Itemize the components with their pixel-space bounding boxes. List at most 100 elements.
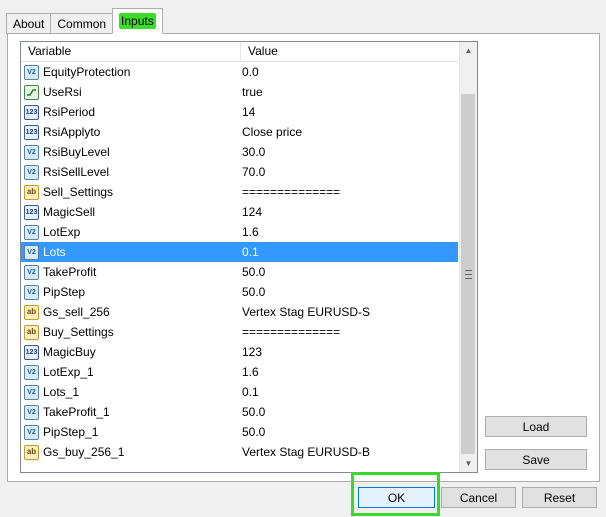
table-row[interactable]: V2 TakeProfit_1 50.0 [21, 402, 458, 422]
variable-name: MagicSell [43, 205, 96, 219]
save-button[interactable]: Save [485, 449, 587, 470]
double-type-icon: V2 [24, 244, 39, 260]
double-type-icon: V2 [24, 364, 39, 380]
value-cell[interactable]: 124 [241, 205, 458, 219]
variable-cell: ab Gs_sell_256 [21, 304, 241, 320]
value-cell[interactable]: 50.0 [241, 405, 458, 419]
variable-name: Buy_Settings [43, 325, 114, 339]
table-row[interactable]: 123 RsiPeriod 14 [21, 102, 458, 122]
variable-cell: UseRsi [21, 84, 241, 100]
variable-name: TakeProfit [43, 265, 97, 279]
double-type-icon: V2 [24, 384, 39, 400]
column-header-variable[interactable]: Variable [21, 42, 241, 61]
value-cell[interactable]: Vertex Stag EURUSD-S [241, 305, 458, 319]
variable-name: RsiApplyto [43, 125, 101, 139]
variable-cell: V2 LotExp_1 [21, 364, 241, 380]
table-row[interactable]: V2 EquityProtection 0.0 [21, 62, 458, 82]
reset-button[interactable]: Reset [522, 487, 597, 508]
double-type-icon: V2 [24, 164, 39, 180]
tab-strip: About Common Inputs [6, 8, 163, 34]
value-cell[interactable]: 14 [241, 105, 458, 119]
integer-type-icon: 123 [24, 124, 39, 140]
table-row[interactable]: 123 RsiApplyto Close price [21, 122, 458, 142]
vertical-scrollbar[interactable]: ▲ ▼ [459, 42, 477, 472]
table-row[interactable]: V2 RsiSellLevel 70.0 [21, 162, 458, 182]
column-header-value[interactable]: Value [241, 42, 458, 61]
variable-name: Gs_buy_256_1 [43, 445, 125, 459]
integer-type-icon: 123 [24, 204, 39, 220]
variable-name: UseRsi [43, 85, 82, 99]
inputs-grid: Variable Value V2 EquityProtection 0.0 UseR… [20, 41, 478, 473]
table-row[interactable]: ab Sell_Settings ============== [21, 182, 458, 202]
ok-button[interactable]: OK [358, 487, 435, 508]
table-row[interactable]: 123 MagicBuy 123 [21, 342, 458, 362]
double-type-icon: V2 [24, 264, 39, 280]
variable-name: EquityProtection [43, 65, 131, 79]
value-cell[interactable]: 50.0 [241, 425, 458, 439]
value-cell[interactable]: 50.0 [241, 285, 458, 299]
variable-cell: V2 TakeProfit [21, 264, 241, 280]
table-row[interactable]: V2 TakeProfit 50.0 [21, 262, 458, 282]
variable-name: PipStep [43, 285, 86, 299]
value-cell[interactable]: Close price [241, 125, 458, 139]
table-row[interactable]: V2 PipStep_1 50.0 [21, 422, 458, 442]
tab-inputs[interactable]: Inputs [112, 8, 163, 34]
table-row[interactable]: V2 RsiBuyLevel 30.0 [21, 142, 458, 162]
variable-name: TakeProfit_1 [43, 405, 110, 419]
tab-about[interactable]: About [6, 13, 52, 34]
variable-name: RsiBuyLevel [43, 145, 110, 159]
table-row[interactable]: 123 MagicSell 124 [21, 202, 458, 222]
value-cell[interactable]: ============== [241, 325, 458, 339]
variable-cell: ab Sell_Settings [21, 184, 241, 200]
value-cell[interactable]: 0.0 [241, 65, 458, 79]
value-cell[interactable]: true [241, 85, 458, 99]
string-type-icon: ab [24, 324, 39, 340]
cancel-button[interactable]: Cancel [441, 487, 516, 508]
value-cell[interactable]: 1.6 [241, 225, 458, 239]
variable-cell: V2 RsiSellLevel [21, 164, 241, 180]
variable-name: Gs_sell_256 [43, 305, 110, 319]
variable-cell: V2 Lots [21, 244, 241, 260]
variable-cell: V2 PipStep [21, 284, 241, 300]
load-button[interactable]: Load [485, 416, 587, 437]
scroll-down-arrow-icon[interactable]: ▼ [460, 455, 477, 472]
table-row[interactable]: UseRsi true [21, 82, 458, 102]
tab-common[interactable]: Common [50, 13, 114, 34]
table-row[interactable]: V2 Lots_1 0.1 [21, 382, 458, 402]
table-row[interactable]: V2 LotExp_1 1.6 [21, 362, 458, 382]
value-cell[interactable]: 1.6 [241, 365, 458, 379]
grip-icon [464, 269, 472, 279]
table-row[interactable]: ab Buy_Settings ============== [21, 322, 458, 342]
variable-cell: V2 LotExp [21, 224, 241, 240]
value-cell[interactable]: ============== [241, 185, 458, 199]
scroll-thumb[interactable] [461, 94, 475, 454]
variable-name: Lots_1 [43, 385, 80, 399]
value-cell[interactable]: 123 [241, 345, 458, 359]
double-type-icon: V2 [24, 424, 39, 440]
table-row[interactable]: ab Gs_buy_256_1 Vertex Stag EURUSD-B [21, 442, 458, 462]
variable-cell: 123 RsiPeriod [21, 104, 241, 120]
variable-cell: 123 MagicSell [21, 204, 241, 220]
value-cell[interactable]: 70.0 [241, 165, 458, 179]
variable-name: RsiPeriod [43, 105, 96, 119]
table-row[interactable]: V2 Lots 0.1 [21, 242, 458, 262]
variable-name: Sell_Settings [43, 185, 114, 199]
value-cell[interactable]: 50.0 [241, 265, 458, 279]
table-row[interactable]: ab Gs_sell_256 Vertex Stag EURUSD-S [21, 302, 458, 322]
table-row[interactable]: V2 PipStep 50.0 [21, 282, 458, 302]
table-row[interactable]: V2 LotExp 1.6 [21, 222, 458, 242]
double-type-icon: V2 [24, 224, 39, 240]
value-cell[interactable]: 30.0 [241, 145, 458, 159]
value-cell[interactable]: 0.1 [241, 245, 458, 259]
variable-name: MagicBuy [43, 345, 96, 359]
value-cell[interactable]: 0.1 [241, 385, 458, 399]
variable-cell: V2 RsiBuyLevel [21, 144, 241, 160]
variable-cell: 123 RsiApplyto [21, 124, 241, 140]
variable-cell: 123 MagicBuy [21, 344, 241, 360]
scroll-up-arrow-icon[interactable]: ▲ [460, 42, 477, 59]
value-cell[interactable]: Vertex Stag EURUSD-B [241, 445, 458, 459]
tab-inputs-label: Inputs [119, 13, 156, 29]
variable-name: LotExp [43, 225, 81, 239]
variable-name: LotExp_1 [43, 365, 94, 379]
variable-name: PipStep_1 [43, 425, 99, 439]
